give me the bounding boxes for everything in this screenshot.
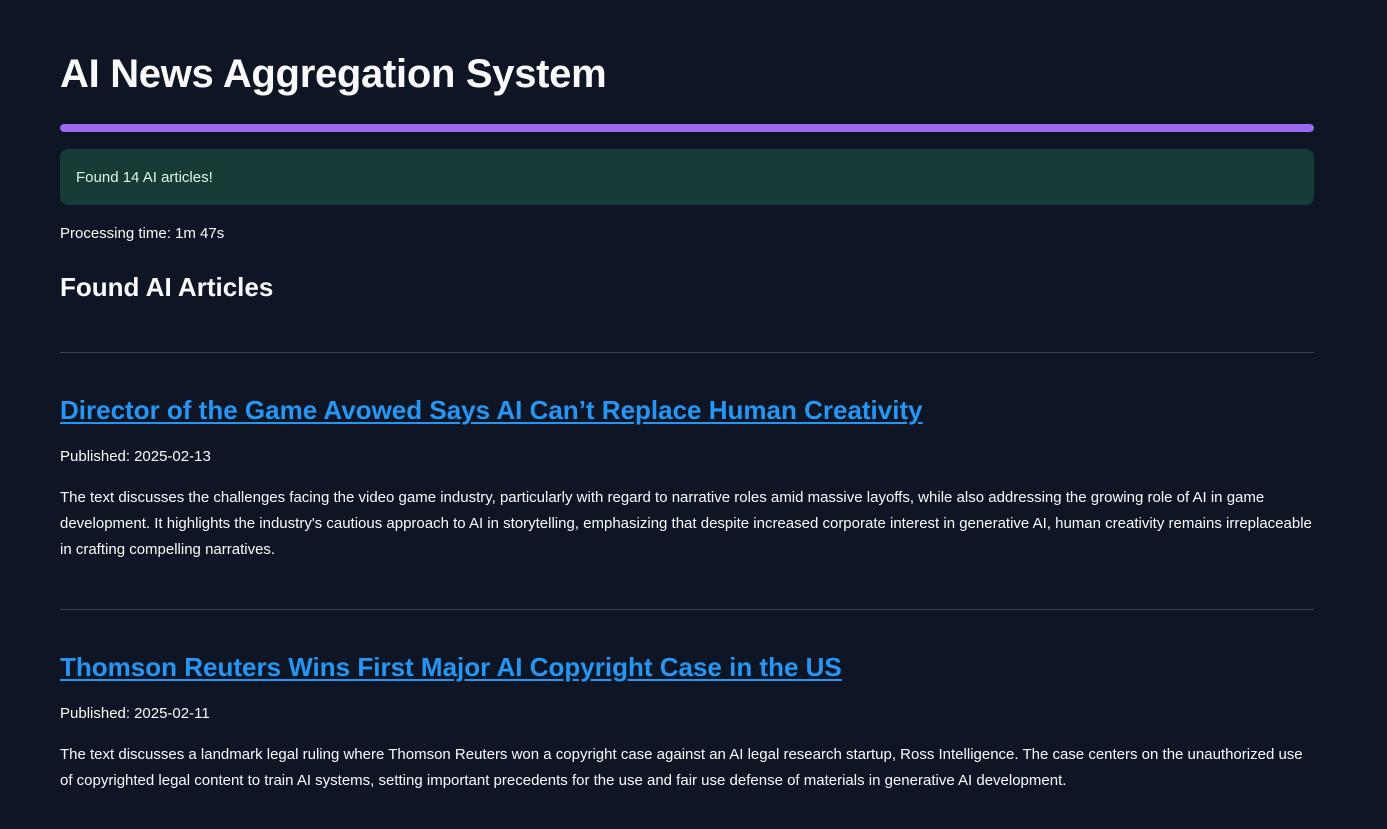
published-label: Published: [60, 448, 131, 465]
published-value: 2025-02-11 [134, 705, 210, 722]
progress-fill [60, 124, 1314, 132]
published-date: Published: 2025-02-11 [60, 704, 1314, 724]
article-item: Thomson Reuters Wins First Major AI Copy… [60, 650, 1314, 794]
published-value: 2025-02-13 [134, 448, 211, 465]
divider [60, 609, 1314, 610]
processing-time: Processing time: 1m 47s [60, 225, 225, 242]
success-message: Found 14 AI articles! [76, 168, 213, 186]
article-title-link[interactable]: Thomson Reuters Wins First Major AI Copy… [60, 650, 842, 684]
success-alert: Found 14 AI articles! [60, 149, 1314, 205]
article-item: Director of the Game Avowed Says AI Can’… [60, 393, 1314, 563]
published-label: Published: [60, 705, 131, 722]
published-date: Published: 2025-02-13 [60, 447, 1314, 467]
article-summary: The text discusses the challenges facing… [60, 489, 1312, 558]
article-summary: The text discusses a landmark legal ruli… [60, 746, 1303, 789]
page-title: AI News Aggregation System [60, 52, 607, 96]
section-title: Found AI Articles [60, 272, 274, 302]
progress-bar [60, 124, 1314, 132]
divider [60, 352, 1314, 353]
article-title-link[interactable]: Director of the Game Avowed Says AI Can’… [60, 393, 923, 427]
